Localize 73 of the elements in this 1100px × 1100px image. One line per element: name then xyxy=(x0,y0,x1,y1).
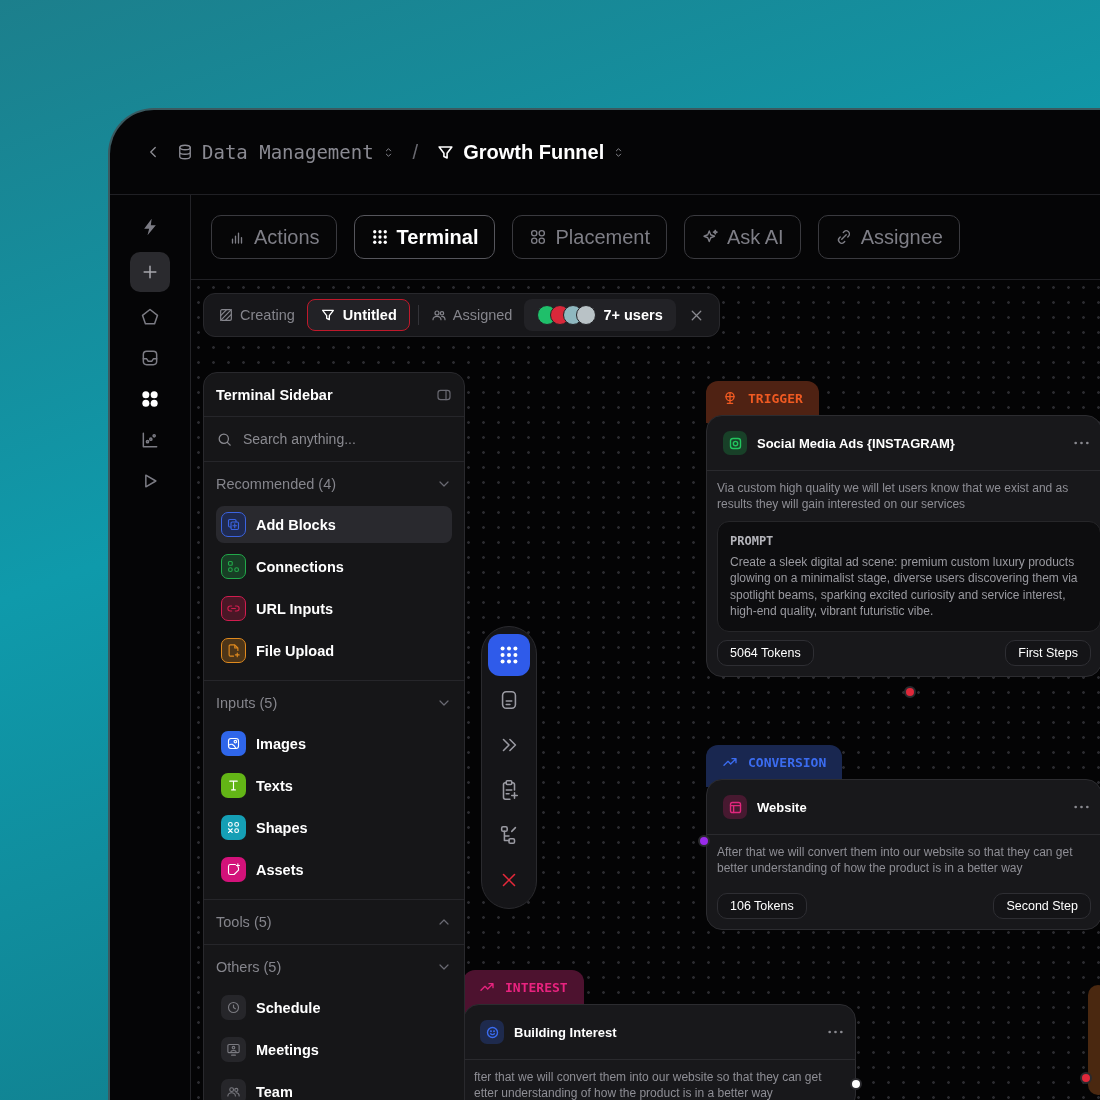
section-header[interactable]: Inputs (5) xyxy=(204,681,464,725)
port-dot[interactable] xyxy=(904,686,916,698)
users-icon xyxy=(430,307,447,323)
tab[interactable]: Assignee xyxy=(817,215,960,259)
port-dot[interactable] xyxy=(850,1078,862,1090)
tab[interactable]: Ask AI xyxy=(683,215,801,259)
tab[interactable]: Terminal xyxy=(353,215,496,259)
port-dot[interactable] xyxy=(1080,1072,1092,1084)
rail-button[interactable] xyxy=(130,252,170,292)
sidebar-title: Terminal Sidebar xyxy=(216,386,333,403)
section-header[interactable]: Tools (5) xyxy=(204,900,464,944)
database-icon xyxy=(176,143,194,161)
node-description: After that we will convert them into our website so that they can get better understanding of how the product is in a better way xyxy=(716,844,1074,877)
category-label: CONVERSION xyxy=(748,754,827,770)
dots-grid-icon xyxy=(498,644,520,666)
node-card[interactable] xyxy=(706,415,1100,678)
chart-icon xyxy=(140,430,160,450)
tab[interactable]: Placement xyxy=(512,215,667,259)
sidebar-item[interactable]: Shapes xyxy=(216,809,452,846)
category-label: TRIGGER xyxy=(748,390,803,406)
node-description: Via custom high quality we will let users know that we exist and as results they will gain interested on our services xyxy=(716,480,1070,513)
sidebar-item[interactable]: URL Inputs xyxy=(216,590,452,627)
filter-button[interactable]: Assigned xyxy=(426,307,517,323)
sidebar-item[interactable]: File Upload xyxy=(216,632,452,669)
search-field[interactable]: Search anything... xyxy=(243,431,452,447)
port-dot[interactable] xyxy=(698,835,710,847)
funnel-icon xyxy=(319,307,336,323)
node-title: Social Media Ads {INSTAGRAM} xyxy=(757,435,956,451)
token-count: 106 Tokens xyxy=(717,893,807,919)
inbox-icon xyxy=(140,348,160,368)
sidebar-item[interactable]: Assets xyxy=(216,851,452,888)
node-title: Building Interest xyxy=(514,1024,618,1040)
step-label: First Steps xyxy=(1005,640,1091,667)
category-label: INTEREST xyxy=(505,979,568,995)
tab[interactable]: Actions xyxy=(211,215,337,259)
users-chip[interactable]: 7+ users xyxy=(524,299,676,331)
filter-chip[interactable]: Untitled xyxy=(306,299,410,331)
node-card[interactable]: Building Interest fter that we will convert them into our website so that they can get etter understanding of how the product is in a better way xyxy=(463,1004,856,1100)
breadcrumb-separator: / xyxy=(412,140,419,164)
step-label: Second Step xyxy=(993,893,1091,919)
more-icon xyxy=(828,1030,843,1034)
prompt-text: Create a sleek digital ad scene: premium custom luxury products glowing on a minimalist stage, diverse users discovering them via spotlight beams, sparking excited curiosity and service interest, high-end quality, vibrant futuristic vibe. xyxy=(730,554,1079,620)
clock-icon xyxy=(221,995,246,1020)
tool-button[interactable] xyxy=(488,634,530,676)
buoy-icon xyxy=(722,390,738,406)
circles-grid-icon xyxy=(529,228,548,246)
dots-grid-icon xyxy=(370,228,389,246)
filter-button[interactable]: Creating xyxy=(214,307,299,323)
node-title: Website xyxy=(757,799,808,815)
more-button[interactable] xyxy=(1074,441,1089,445)
sidebar-item[interactable]: Images xyxy=(216,725,452,762)
hatched-square-icon xyxy=(218,307,234,323)
breadcrumb-button[interactable]: Growth Funnel xyxy=(436,140,626,164)
node-card[interactable]: Website After that we will convert them into our website so that they can get better understanding of how the product is in a better way 106 Tokens Second Step xyxy=(706,779,1100,930)
breadcrumb-button[interactable]: Data Management xyxy=(176,141,395,163)
token-count: 5064 Tokens xyxy=(717,640,814,667)
more-icon xyxy=(1074,805,1089,809)
sidebar-item[interactable]: Meetings xyxy=(216,1031,452,1068)
dots-grid-icon xyxy=(140,389,160,409)
pentagon-icon xyxy=(140,307,160,327)
section-header[interactable]: Recommended (4) xyxy=(204,462,464,506)
sidebar-item[interactable]: Connections xyxy=(216,548,452,585)
prompt-label: PROMPT xyxy=(730,534,775,548)
more-button[interactable] xyxy=(1074,805,1089,809)
section-header[interactable]: Others (5) xyxy=(204,945,464,989)
more-icon xyxy=(1074,441,1089,445)
monitor-icon xyxy=(221,1037,246,1062)
node-description: fter that we will convert them into our website so that they can get etter understanding of how the product is in a better way xyxy=(473,1069,823,1100)
sidebar-item[interactable]: Team xyxy=(216,1073,452,1100)
sidebar-item[interactable]: Texts xyxy=(216,767,452,804)
sidebar-item[interactable]: Schedule xyxy=(216,989,452,1026)
sidebar-item[interactable]: Add Blocks xyxy=(216,506,452,543)
more-button[interactable] xyxy=(828,1030,843,1034)
